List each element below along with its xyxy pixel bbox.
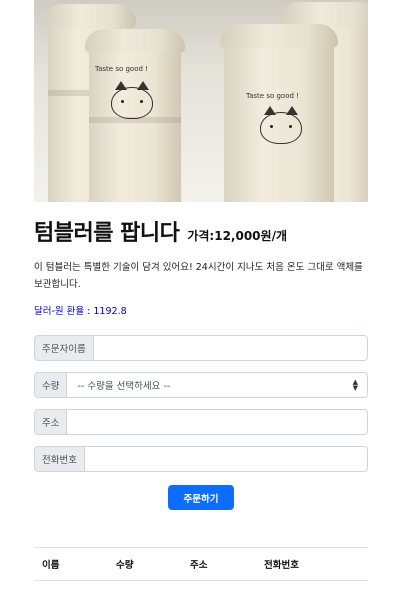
- select-arrows-icon: ▲ ▼: [352, 378, 358, 392]
- address-group: 주소: [34, 409, 368, 435]
- header-quantity: 수량: [116, 560, 134, 571]
- cup-slogan: Taste so good !: [95, 65, 148, 73]
- phone-group: 전화번호: [34, 446, 368, 472]
- header-address: 주소: [190, 560, 208, 571]
- title-row: 텀블러를 팝니다 가격:12,000원/개: [34, 215, 368, 247]
- page: Taste so good ! Taste so good ! 텀블러를 팝니다…: [34, 0, 368, 581]
- name-group: 주문자이름: [34, 335, 368, 361]
- address-input[interactable]: [67, 409, 368, 435]
- exchange-rate: 달러-원 환율 : 1192.8: [34, 306, 127, 317]
- address-label: 주소: [34, 409, 68, 435]
- phone-input[interactable]: [84, 446, 368, 472]
- order-button[interactable]: 주문하기: [168, 485, 234, 510]
- cat-face-icon: [260, 106, 302, 144]
- quantity-group: 수량 -- 수량을 선택하세요 -- ▲ ▼: [34, 372, 368, 398]
- page-title: 텀블러를 팝니다: [34, 221, 180, 246]
- phone-label: 전화번호: [34, 446, 85, 472]
- quantity-label: 수량: [34, 372, 68, 398]
- orders-table-header: 이름 수량 주소 전화번호: [34, 547, 368, 581]
- product-description: 이 텀블러는 특별한 기술이 담겨 있어요! 24시간이 지나도 처음 온도 그…: [34, 262, 363, 290]
- order-form: 주문자이름 수량 -- 수량을 선택하세요 -- ▲ ▼ 주소 전화번호 주문하기: [34, 335, 368, 510]
- tumbler-front-right: Taste so good !: [220, 24, 338, 202]
- header-name: 이름: [42, 560, 60, 571]
- name-input[interactable]: [93, 335, 368, 361]
- cat-face-icon: [111, 81, 153, 119]
- quantity-selected-value: -- 수량을 선택하세요 --: [77, 381, 171, 392]
- name-label: 주문자이름: [34, 335, 94, 361]
- product-image: Taste so good ! Taste so good !: [34, 0, 368, 202]
- header-phone: 전화번호: [264, 560, 299, 571]
- quantity-select[interactable]: -- 수량을 선택하세요 -- ▲ ▼: [67, 372, 368, 398]
- price-label: 가격:12,000원/개: [187, 229, 287, 243]
- cup-slogan: Taste so good !: [246, 92, 299, 100]
- tumbler-front-left: Taste so good !: [85, 29, 185, 202]
